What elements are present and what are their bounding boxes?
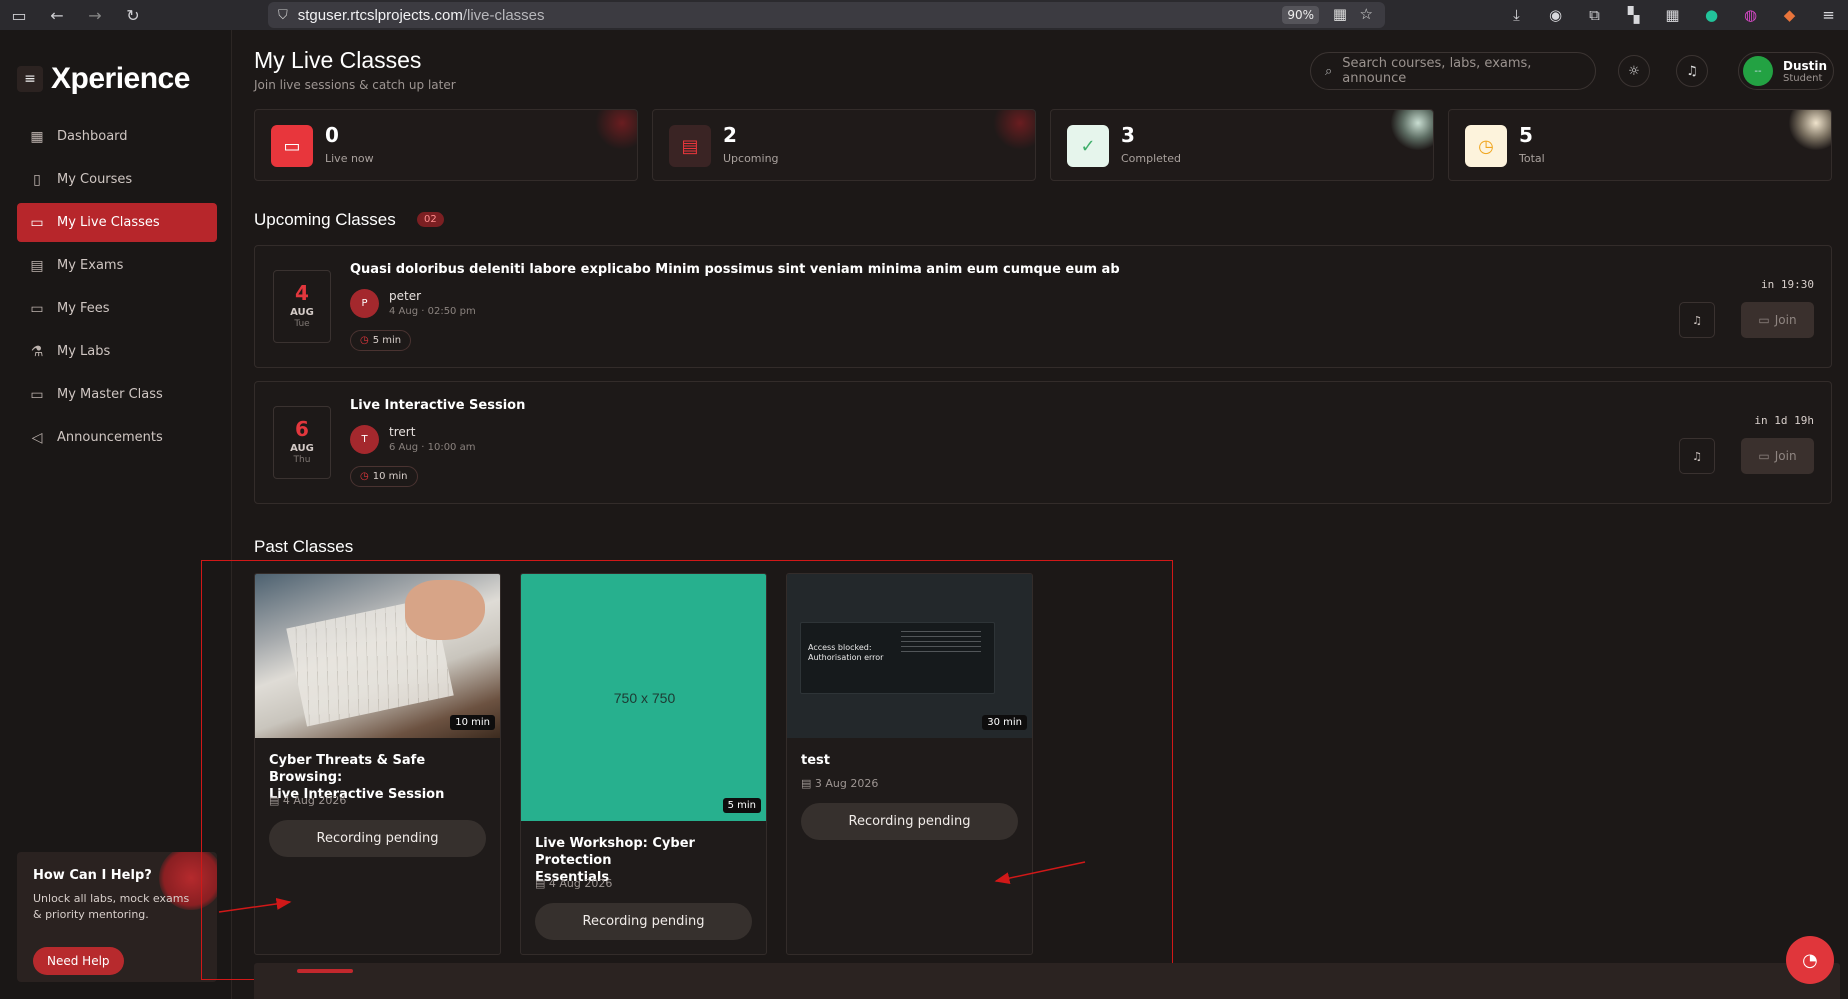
annotation-arrows xyxy=(218,861,1086,913)
scrollbar-thumb[interactable] xyxy=(297,969,353,973)
chat-bubble-icon: ◔ xyxy=(1802,949,1818,971)
chat-button[interactable]: ◔ xyxy=(1786,936,1834,984)
horizontal-scrollbar[interactable] xyxy=(254,963,1840,999)
